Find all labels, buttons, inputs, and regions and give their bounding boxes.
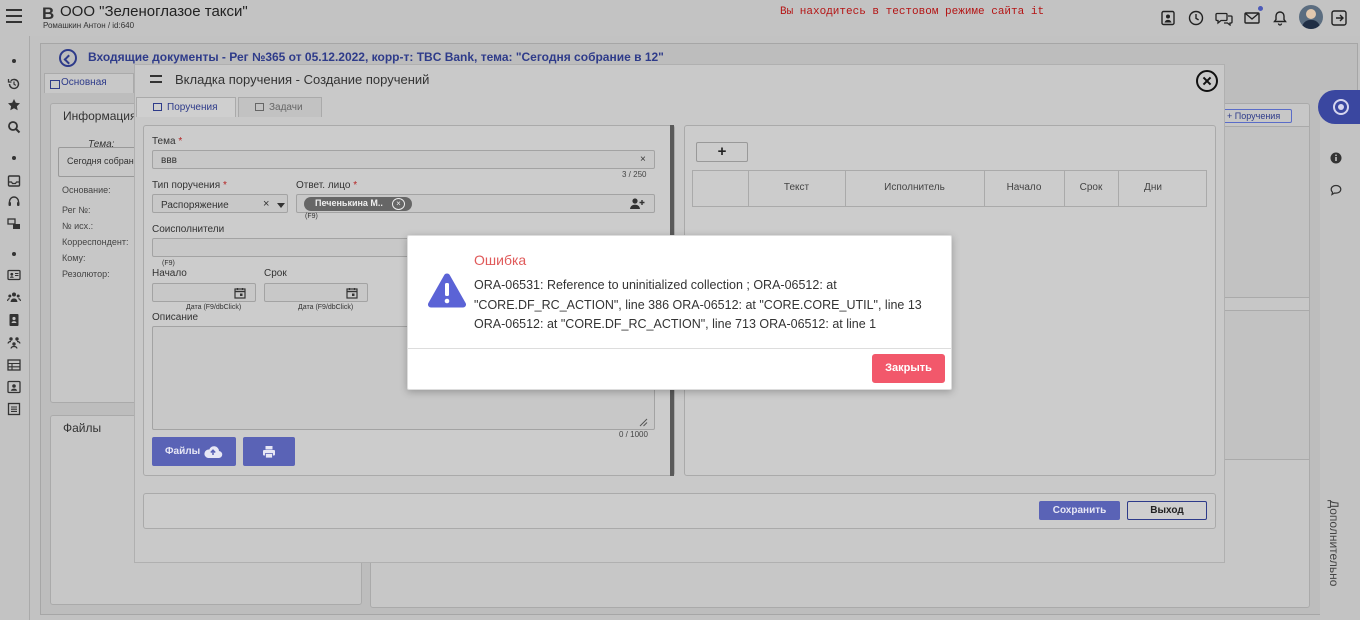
add-user-icon[interactable]	[629, 197, 645, 211]
calendar-icon[interactable]	[346, 287, 358, 299]
logout-icon[interactable]	[1331, 10, 1347, 26]
modal-title: Вкладка поручения - Создание поручений	[175, 72, 430, 87]
close-button[interactable]: Закрыть	[872, 354, 945, 383]
exit-button[interactable]: Выход	[1127, 501, 1207, 520]
date-hint: Дата (F9/dbClick)	[298, 304, 354, 311]
assignments-detail	[1222, 310, 1310, 460]
contact-book-icon[interactable]	[7, 313, 21, 327]
list-icon	[255, 103, 264, 111]
sidebar-dot	[12, 59, 16, 63]
column-header[interactable]: Исполнитель	[845, 182, 984, 193]
column-header[interactable]: Срок	[1064, 182, 1118, 193]
search-icon[interactable]	[7, 120, 21, 134]
responsible-label: Ответ. лицо *	[296, 180, 358, 191]
clear-icon[interactable]: ×	[263, 198, 269, 210]
coexecutors-label: Соисполнители	[152, 224, 225, 235]
calendar-icon[interactable]	[234, 287, 246, 299]
save-button[interactable]: Сохранить	[1039, 501, 1120, 520]
description-counter: 0 / 1000	[619, 430, 648, 439]
inbox-icon[interactable]	[7, 174, 21, 188]
coexecutors-input[interactable]	[152, 238, 412, 257]
error-title: Ошибка	[474, 252, 527, 268]
error-message: ORA-06531: Reference to uninitialized co…	[474, 278, 922, 331]
date-hint: Дата (F9/dbClick)	[186, 304, 242, 311]
document-title: Входящие документы - Рег №365 от 05.12.2…	[88, 50, 664, 64]
add-row-button[interactable]: +	[696, 142, 748, 162]
org-users-icon[interactable]	[7, 335, 21, 349]
bell-icon[interactable]	[1272, 10, 1288, 26]
clock-icon[interactable]	[1188, 10, 1204, 26]
f9-hint: (F9)	[305, 213, 318, 220]
add-assignment-button[interactable]: + Поручения	[1222, 109, 1292, 123]
start-label: Начало	[152, 268, 187, 279]
column-header[interactable]: Текст	[748, 182, 845, 193]
drag-handle-icon[interactable]	[150, 75, 162, 83]
users-icon[interactable]	[7, 290, 21, 304]
cloud-upload-icon	[203, 444, 223, 459]
clear-icon[interactable]: ×	[640, 154, 646, 165]
field-label: Основание:	[62, 185, 111, 195]
info-panel-title: Информация	[63, 109, 137, 123]
field-label: Корреспондент:	[62, 237, 129, 247]
tema-input[interactable]: ввв	[152, 150, 655, 169]
star-icon[interactable]	[7, 98, 21, 112]
f9-hint: (F9)	[162, 260, 175, 267]
description-label: Описание	[152, 312, 199, 323]
sidebar-dot	[12, 252, 16, 256]
chat-icon[interactable]	[1215, 10, 1233, 26]
tema-label: Тема *	[152, 136, 183, 147]
tema-field: Сегодня собрание в 12	[58, 147, 138, 177]
field-label: № исх.:	[62, 221, 94, 231]
close-icon[interactable]	[1196, 70, 1218, 92]
company-name: ООО "Зеленоглазое такси"	[60, 3, 248, 20]
tab-tasks[interactable]: Задачи	[238, 97, 322, 117]
tab-assignments[interactable]: Поручения	[136, 97, 236, 117]
back-icon[interactable]	[59, 49, 77, 67]
id-card-icon[interactable]	[7, 268, 21, 282]
list-icon	[153, 103, 162, 111]
field-label: Рег №:	[62, 205, 91, 215]
type-label: Тип поручения *	[152, 180, 227, 191]
list-icon[interactable]	[7, 402, 21, 416]
info-icon[interactable]	[1330, 152, 1342, 164]
dialog-divider	[407, 348, 952, 349]
additional-tab[interactable]: Дополнительно	[1327, 500, 1341, 600]
field-label: Кому:	[62, 253, 86, 263]
resize-handle-icon[interactable]	[638, 417, 648, 427]
history-icon[interactable]	[7, 77, 21, 91]
column-header[interactable]: Дни	[1118, 182, 1188, 193]
profile-card-icon[interactable]	[1160, 10, 1176, 26]
deadline-label: Срок	[264, 268, 287, 279]
support-icon[interactable]	[7, 195, 21, 209]
menu-icon[interactable]	[6, 9, 22, 23]
files-panel-title: Файлы	[63, 421, 102, 435]
mail-icon[interactable]	[1244, 10, 1260, 26]
chip-remove-icon[interactable]: ×	[392, 198, 405, 210]
field-label: Резолютор:	[62, 269, 110, 279]
tab-label: Задачи	[269, 102, 303, 113]
user-info: Ромашкин Антон / id:640	[43, 21, 135, 30]
tema-counter: 3 / 250	[622, 170, 647, 179]
table-icon[interactable]	[7, 358, 21, 372]
test-mode-message: Вы находитесь в тестовом режиме сайта it	[780, 6, 1045, 18]
chevron-down-icon[interactable]	[277, 203, 285, 208]
transfer-icon[interactable]	[7, 217, 21, 231]
notification-badge	[1257, 5, 1264, 12]
target-icon[interactable]	[1318, 90, 1360, 124]
tab-main[interactable]: Основная	[44, 73, 134, 93]
tab-label: Поручения	[167, 102, 218, 113]
avatar[interactable]	[1299, 5, 1323, 29]
comment-icon[interactable]	[1330, 184, 1342, 196]
column-header[interactable]: Начало	[984, 182, 1064, 193]
assignments-list	[1222, 126, 1310, 298]
sidebar-dot	[12, 156, 16, 160]
warning-icon	[426, 271, 468, 309]
files-button[interactable]: Файлы	[152, 437, 236, 466]
print-icon	[262, 445, 276, 459]
contacts-icon[interactable]	[7, 380, 21, 394]
